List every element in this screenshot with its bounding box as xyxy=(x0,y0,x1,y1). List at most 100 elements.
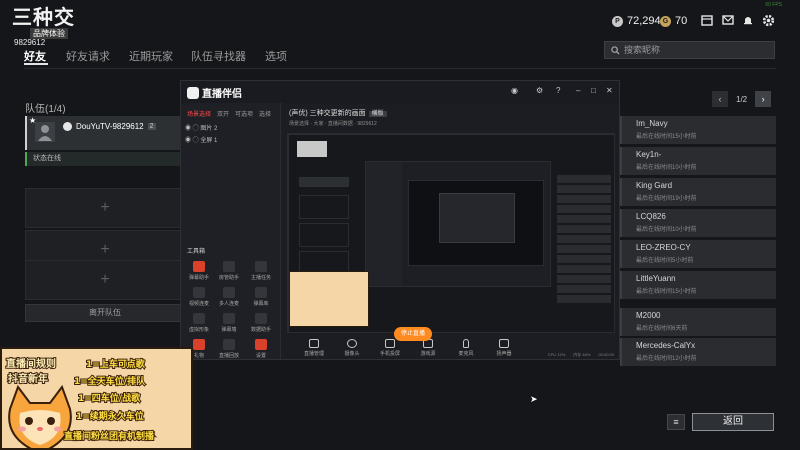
scene-tab[interactable]: 场景选择 xyxy=(187,109,211,118)
friend-row[interactable]: M2000 最后在线时间6天前 xyxy=(620,308,776,336)
tool-video-link[interactable]: 视频连麦 xyxy=(185,287,213,307)
tool-danmu-wall[interactable]: 弹幕墙 xyxy=(215,313,243,333)
tool-label: 多人连麦 xyxy=(218,301,239,307)
orientation-tag[interactable]: 横版 xyxy=(368,111,387,117)
tool-label: 虚拟形象 xyxy=(188,327,209,333)
member-name: DouYuTV-9829612 xyxy=(76,122,144,131)
bell-icon[interactable] xyxy=(741,14,755,28)
danmu-icon xyxy=(193,261,205,272)
tool-label: 弹幕库 xyxy=(253,301,269,307)
stream-project-meta: 场景选择 · 大家 · 直播间数据 · 9829612 xyxy=(289,121,377,127)
tool-room-admin[interactable]: 房管助手 xyxy=(215,261,243,281)
friend-row[interactable]: Mercedes-CalYx 最后在线时间12小时前 xyxy=(620,338,776,366)
preview-game-frame xyxy=(288,134,614,332)
replay-icon xyxy=(223,339,235,350)
chat-icon: ≡ xyxy=(673,417,679,427)
overlay-rule-line: 直播间规则 xyxy=(5,358,57,371)
header-divider xyxy=(24,68,776,69)
back-button[interactable]: 返回 xyxy=(692,413,774,431)
preview-nested-app xyxy=(365,161,551,287)
tool-multi-link[interactable]: 多人连麦 xyxy=(215,287,243,307)
stream-help-icon[interactable]: ? xyxy=(556,86,560,95)
streaming-app-window[interactable]: 直播伴侣 ◉ ⚙ ? – □ ✕ 场景选择 双开 可选项 选择 ◉ ◯ 图片 2… xyxy=(180,80,620,360)
friend-name: Key1n- xyxy=(636,150,662,159)
speaker-icon xyxy=(499,339,509,348)
gem-balance: G 70 xyxy=(660,15,687,27)
tab-party-finder[interactable]: 队伍寻找器 xyxy=(191,48,246,64)
search-icon xyxy=(611,45,620,55)
prev-page-button[interactable]: ‹ xyxy=(712,91,728,107)
platform-icon xyxy=(63,122,72,131)
tool-danmu-lib[interactable]: 弹幕库 xyxy=(247,287,275,307)
stream-status-bar: CPU 12% 内存 46% 00:00:00 xyxy=(180,352,620,360)
camera-icon xyxy=(347,339,357,348)
tool-label: 主播任务 xyxy=(250,275,271,281)
scene-tab[interactable]: 双开 xyxy=(217,109,229,118)
scene-source-item[interactable]: ◉ ◯ 图片 2 xyxy=(185,123,217,132)
scene-tab[interactable]: 可选项 xyxy=(235,109,253,118)
tool-tasks[interactable]: 主播任务 xyxy=(247,261,275,281)
chat-button[interactable]: ≡ xyxy=(667,414,685,430)
memory-usage: 内存 46% xyxy=(573,352,591,357)
tool-label: 数据助手 xyxy=(250,327,271,333)
gear-icon[interactable] xyxy=(761,14,775,28)
tool-avatar[interactable]: 虚拟形象 xyxy=(185,313,213,333)
mail-icon[interactable] xyxy=(721,14,735,28)
scene-tab[interactable]: 选择 xyxy=(259,109,271,118)
search-input[interactable] xyxy=(624,45,764,55)
admin-icon xyxy=(223,261,235,272)
empty-slot-2[interactable]: + xyxy=(25,188,185,228)
stream-preview xyxy=(287,133,615,333)
go-live-button[interactable]: 停止直播 xyxy=(394,327,432,341)
scene-source-label: 全屏 1 xyxy=(200,138,218,144)
friend-row[interactable]: Key1n- 最后在线时间10小时前 xyxy=(620,147,776,175)
search-box[interactable] xyxy=(604,41,775,59)
empty-slot-4[interactable]: + xyxy=(25,260,185,300)
gem-icon: G xyxy=(660,15,671,27)
stream-sidebar: 场景选择 双开 可选项 选择 ◉ ◯ 图片 2 ◉ ◯ 全屏 1 工具箱 弹幕助… xyxy=(181,103,281,359)
tab-options[interactable]: 选项 xyxy=(265,48,287,64)
stream-user-avatar[interactable]: ◉ xyxy=(511,86,518,95)
settings-tool-icon xyxy=(255,339,267,350)
add-member-icon: + xyxy=(100,271,110,288)
close-icon[interactable]: ✕ xyxy=(606,86,613,95)
gift-icon xyxy=(193,339,205,350)
next-page-button[interactable]: › xyxy=(755,91,772,107)
friend-row[interactable]: LittleYuann 最后在线时间15小时前 xyxy=(620,271,776,299)
friend-name: Im_Navy xyxy=(636,119,668,128)
tool-data[interactable]: 数据助手 xyxy=(247,313,275,333)
tool-label: 弹幕墙 xyxy=(221,327,237,333)
overlay-rule-line: 1=上车可点歌 xyxy=(85,359,146,371)
friend-name: LEO-ZREO-CY xyxy=(636,243,691,252)
friend-name: LCQ826 xyxy=(636,212,666,221)
gem-amount: 70 xyxy=(675,15,688,27)
stream-content: (声优) 三种交更新的画面 横版 场景选择 · 大家 · 直播间数据 · 9829… xyxy=(281,103,619,359)
overlay-rule-line: 1=四车位/战歌 xyxy=(77,393,141,405)
friend-row[interactable]: LEO-ZREO-CY 最后在线时间5小时前 xyxy=(620,240,776,268)
preview-slot xyxy=(299,223,349,247)
friend-last-online: 最后在线时间5小时前 xyxy=(636,258,694,264)
page-indicator: 1/2 xyxy=(736,94,748,104)
leave-party-button[interactable]: 离开队伍 xyxy=(25,304,185,322)
friend-row[interactable]: LCQ826 最后在线时间10小时前 xyxy=(620,209,776,237)
tab-friend-requests[interactable]: 好友请求 xyxy=(66,48,110,64)
tab-friends[interactable]: 好友 xyxy=(24,48,46,64)
tool-danmu[interactable]: 弹幕助手 xyxy=(185,261,213,281)
stream-settings-icon[interactable]: ⚙ xyxy=(536,86,543,95)
party-member-card[interactable]: ★ DouYuTV-9829612 2 xyxy=(25,116,185,150)
friend-last-online: 最后在线时间10小时前 xyxy=(636,165,697,171)
maximize-icon[interactable]: □ xyxy=(591,86,596,95)
friend-row[interactable]: King Gard 最后在线时间19小时前 xyxy=(620,178,776,206)
friend-name: Mercedes-CalYx xyxy=(636,341,696,350)
logo-text: 三种交 xyxy=(12,5,75,29)
tab-recent-players[interactable]: 近期玩家 xyxy=(129,48,173,64)
member-name-row: DouYuTV-9829612 2 xyxy=(63,122,156,131)
calendar-icon[interactable] xyxy=(700,14,714,28)
preview-friends-list xyxy=(557,175,611,305)
scene-source-item[interactable]: ◉ ◯ 全屏 1 xyxy=(185,135,217,144)
minimize-icon[interactable]: – xyxy=(576,86,580,95)
preview-nested-preview xyxy=(408,180,544,266)
friend-last-online: 最后在线时间15小时前 xyxy=(636,289,697,295)
party-title: 队伍(1/4) xyxy=(25,104,66,115)
friend-row[interactable]: Im_Navy 最后在线时间15小时前 xyxy=(620,116,776,144)
